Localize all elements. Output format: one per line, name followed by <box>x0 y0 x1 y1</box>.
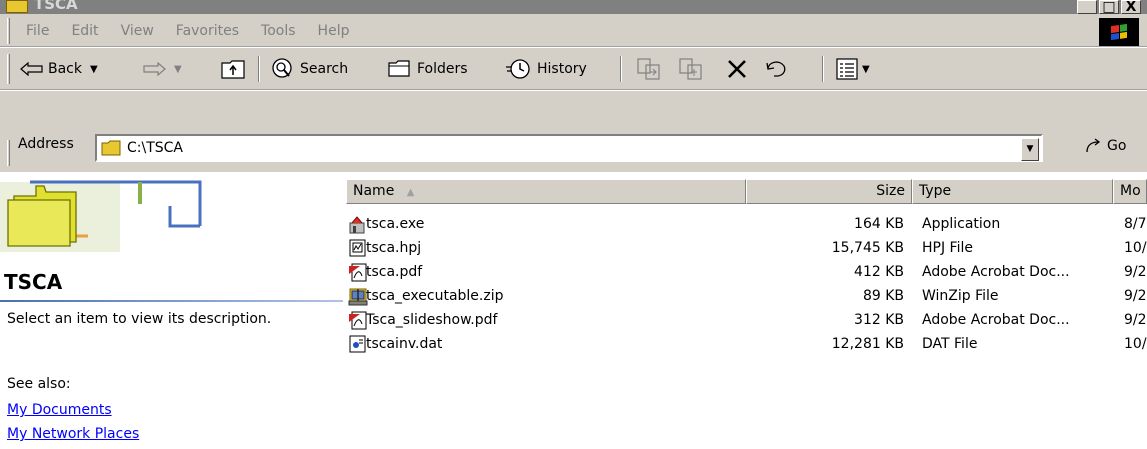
folder-icon <box>101 140 121 156</box>
folder-icon <box>6 0 28 13</box>
address-dropdown-icon[interactable]: ▼ <box>1021 138 1039 161</box>
address-label: Address <box>18 136 74 152</box>
views-dropdown-icon[interactable]: ▼ <box>862 64 870 75</box>
folder-graphic-icon <box>0 180 202 252</box>
folders-button[interactable]: Folders <box>387 48 468 90</box>
file-row[interactable]: tsca.pdf 412 KB Adobe Acrobat Doc... 9/2 <box>346 262 1147 284</box>
copy-to-icon <box>679 58 702 80</box>
minimize-button[interactable]: _ <box>1077 0 1097 14</box>
go-label: Go <box>1107 138 1127 154</box>
back-label: Back <box>48 61 82 77</box>
forward-arrow-icon <box>143 62 166 76</box>
menu-edit[interactable]: Edit <box>71 23 98 39</box>
search-label: Search <box>300 61 349 77</box>
document-icon <box>349 239 366 257</box>
pdf-icon <box>349 311 367 330</box>
see-also-label: See also: <box>7 376 71 392</box>
windows-logo-icon <box>1099 18 1139 46</box>
move-to-icon <box>637 58 660 80</box>
copy-to-button[interactable] <box>678 48 704 90</box>
menu-grip[interactable] <box>7 18 10 44</box>
file-row[interactable]: Tsca_slideshow.pdf 312 KB Adobe Acrobat … <box>346 310 1147 332</box>
link-my-documents[interactable]: My Documents <box>7 402 112 418</box>
delete-x-icon <box>728 60 746 78</box>
application-icon <box>349 216 365 234</box>
undo-icon <box>766 61 786 77</box>
move-to-button[interactable] <box>636 48 662 90</box>
up-folder-button[interactable] <box>220 48 246 90</box>
address-field[interactable]: C:\TSCA ▼ <box>95 134 1043 162</box>
info-pane: TSCA Select an item to view its descript… <box>0 176 345 449</box>
menu-favorites[interactable]: Favorites <box>176 23 239 39</box>
folders-label: Folders <box>417 61 468 77</box>
zip-icon <box>348 288 368 306</box>
up-folder-icon <box>221 60 245 79</box>
column-type[interactable]: Type <box>912 179 1113 204</box>
toolbar-separator <box>822 56 824 82</box>
window-controls: _ □ X <box>1077 0 1141 14</box>
window-title: TSCA <box>34 0 78 13</box>
link-my-network-places[interactable]: My Network Places <box>7 426 139 442</box>
forward-dropdown-icon[interactable]: ▼ <box>174 64 182 75</box>
file-row[interactable]: tscainv.dat 12,281 KB DAT File 10/ <box>346 334 1147 356</box>
sort-ascending-icon: ▲ <box>406 187 415 198</box>
column-modified[interactable]: Mo <box>1113 179 1147 204</box>
maximize-button[interactable]: □ <box>1099 0 1119 14</box>
column-header: Name ▲ Size Type Mo <box>346 179 1147 204</box>
menu-items: File Edit View Favorites Tools Help <box>26 23 349 39</box>
file-row[interactable]: tsca_executable.zip 89 KB WinZip File 9/… <box>346 286 1147 308</box>
forward-button[interactable]: ▼ <box>142 48 182 90</box>
pane-description: Select an item to view its description. <box>7 311 272 327</box>
toolbar-separator <box>620 56 622 82</box>
back-dropdown-icon[interactable]: ▼ <box>90 64 98 75</box>
column-size[interactable]: Size <box>746 179 912 204</box>
address-value: C:\TSCA <box>127 140 183 156</box>
go-button[interactable]: Go <box>1085 138 1126 154</box>
views-list-icon <box>836 58 858 80</box>
pane-divider <box>0 300 343 302</box>
menu-file[interactable]: File <box>26 23 49 39</box>
address-toolbar-spacer <box>0 91 1147 134</box>
history-button[interactable]: History <box>505 48 587 90</box>
search-globe-icon <box>272 58 292 78</box>
column-name[interactable]: Name ▲ <box>346 179 746 204</box>
address-bar: Address C:\TSCA ▼ Go <box>0 134 1147 172</box>
title-bar: TSCA _ □ X <box>0 0 1147 14</box>
menu-help[interactable]: Help <box>318 23 350 39</box>
address-grip[interactable] <box>7 140 10 166</box>
views-button[interactable]: ▼ <box>836 48 870 90</box>
close-button[interactable]: X <box>1121 0 1141 14</box>
search-button[interactable]: Search <box>270 48 348 90</box>
back-button[interactable]: Back ▼ <box>20 48 98 90</box>
toolbar-separator <box>258 56 260 82</box>
toolbar-grip[interactable] <box>7 54 10 84</box>
standard-toolbar: Back ▼ ▼ Search Folders History ▼ <box>0 48 1147 90</box>
delete-button[interactable] <box>726 48 748 90</box>
go-arrow-icon <box>1086 138 1101 153</box>
menu-bar: File Edit View Favorites Tools Help <box>0 14 1147 47</box>
pdf-icon <box>349 263 367 282</box>
undo-button[interactable] <box>764 48 790 90</box>
file-row[interactable]: tsca.hpj 15,745 KB HPJ File 10/ <box>346 238 1147 260</box>
menu-view[interactable]: View <box>121 23 154 39</box>
back-arrow-icon <box>20 62 43 76</box>
history-icon <box>506 59 530 79</box>
dat-file-icon <box>349 335 366 353</box>
folders-icon <box>388 60 410 77</box>
history-label: History <box>537 61 587 77</box>
pane-title: TSCA <box>4 270 63 294</box>
file-row[interactable]: tsca.exe 164 KB Application 8/7 <box>346 214 1147 236</box>
menu-tools[interactable]: Tools <box>261 23 296 39</box>
